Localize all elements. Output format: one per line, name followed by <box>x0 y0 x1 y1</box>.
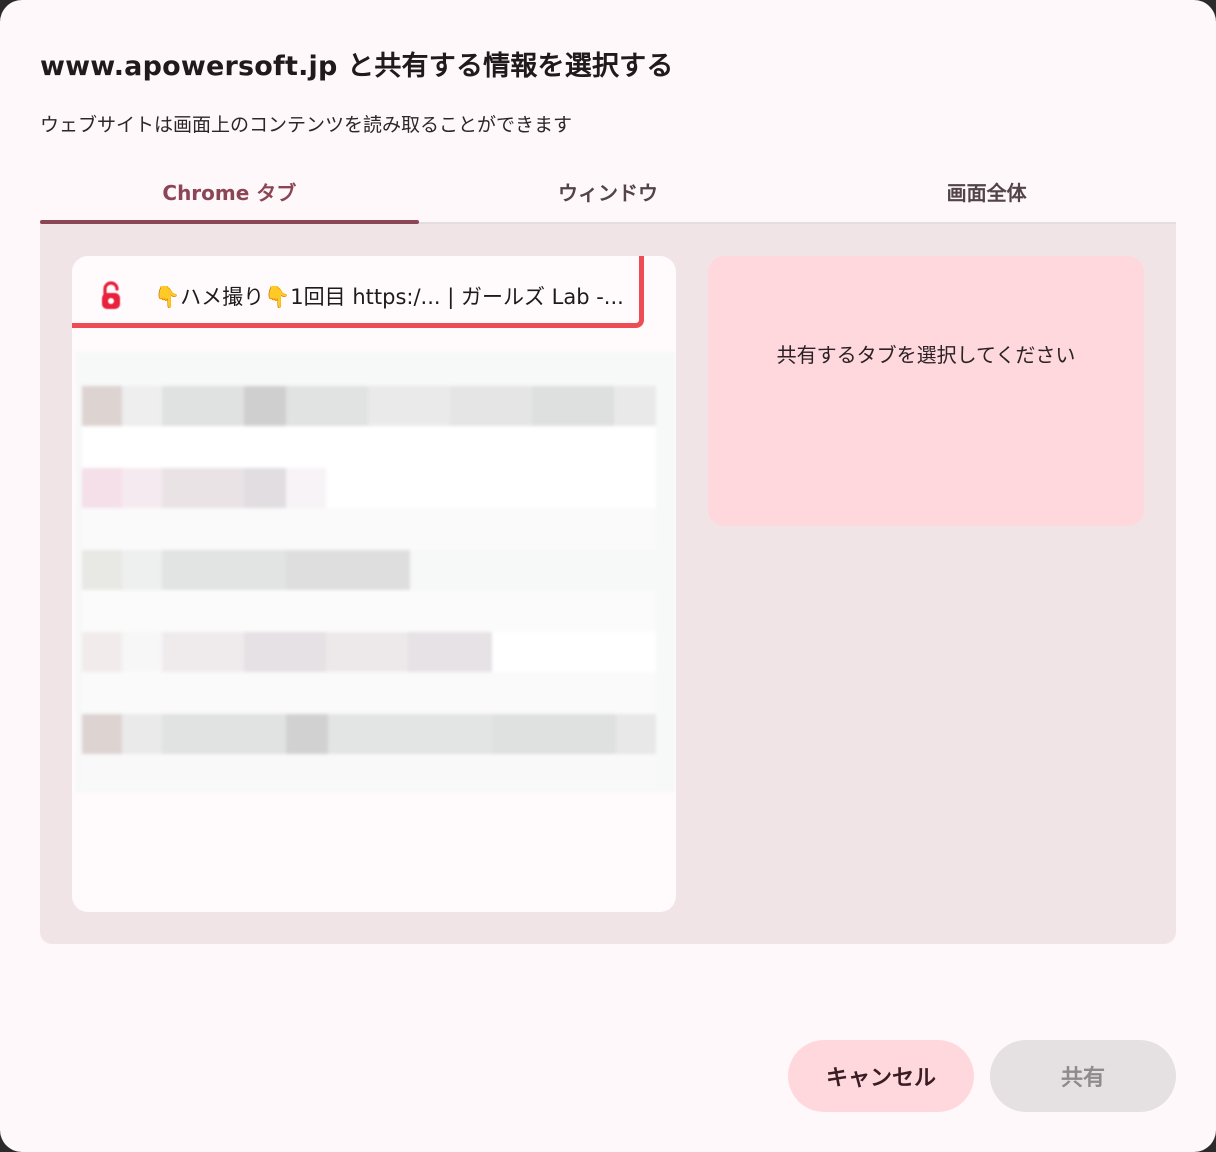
tab-content-panel: 👇ハメ撮り👇1回目 https:/... | ガールズ Lab -... 共有す… <box>40 224 1176 944</box>
tab-window[interactable]: ウィンドウ <box>419 164 798 222</box>
preview-placeholder: 共有するタブを選択してください <box>776 342 1076 367</box>
preview-area: 共有するタブを選択してください <box>708 256 1144 526</box>
share-button[interactable]: 共有 <box>990 1040 1176 1112</box>
dialog-title: www.apowersoft.jp と共有する情報を選択する <box>40 51 674 82</box>
tab-thumbnail <box>76 352 676 792</box>
tab-chrome-tabs[interactable]: Chrome タブ <box>40 164 419 224</box>
tab-list: 👇ハメ撮り👇1回目 https:/... | ガールズ Lab -... <box>72 256 676 912</box>
cancel-button[interactable]: キャンセル <box>788 1040 974 1112</box>
share-dialog: www.apowersoft.jp と共有する情報を選択する ウェブサイトは画面… <box>0 0 1216 1152</box>
tab-list-item-title: 👇ハメ撮り👇1回目 https:/... | ガールズ Lab -... <box>154 285 624 309</box>
dialog-subtitle: ウェブサイトは画面上のコンテンツを読み取ることができます <box>40 114 573 136</box>
tab-list-item[interactable]: 👇ハメ撮り👇1回目 https:/... | ガールズ Lab -... <box>72 256 676 336</box>
tab-entire-screen[interactable]: 画面全体 <box>797 164 1176 222</box>
lock-icon <box>96 281 126 311</box>
source-tabs: Chrome タブ ウィンドウ 画面全体 <box>40 164 1176 224</box>
